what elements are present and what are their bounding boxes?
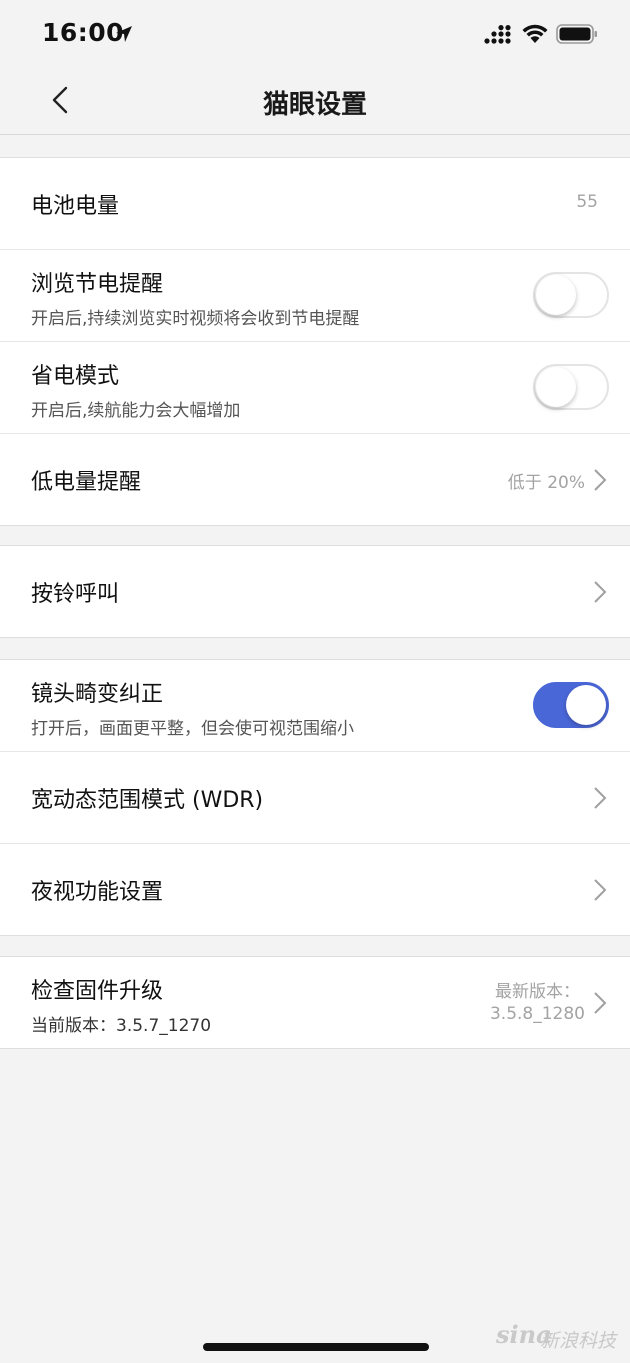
- latest-version-label: 最新版本：: [494, 982, 580, 1002]
- browse-saving-reminder-toggle[interactable]: [533, 272, 609, 318]
- firmware-update-label: 检查固件升级: [31, 979, 164, 1004]
- wdr-row[interactable]: 宽动态范围模式 (WDR): [0, 752, 630, 844]
- chevron-right-icon: [594, 469, 607, 491]
- power-saving-mode-label: 省电模式: [31, 364, 120, 389]
- battery-icon: [556, 24, 597, 44]
- lens-distortion-description: 打开后，画面更平整，但会使可视范围缩小: [31, 719, 354, 739]
- wdr-label: 宽动态范围模式 (WDR): [31, 788, 264, 813]
- battery-settings-group: 电池电量 55 浏览节电提醒 开启后,持续浏览实时视频将会收到节电提醒 省电模式…: [0, 157, 630, 526]
- battery-level-label: 电池电量: [31, 194, 120, 219]
- low-battery-alert-row[interactable]: 低电量提醒 低于 20%: [0, 434, 630, 525]
- browse-saving-reminder-description: 开启后,持续浏览实时视频将会收到节电提醒: [31, 309, 360, 329]
- sina-watermark: sina 新浪科技: [496, 1320, 626, 1356]
- night-vision-label: 夜视功能设置: [31, 880, 164, 905]
- low-battery-alert-label: 低电量提醒: [31, 470, 142, 495]
- lens-distortion-row: 镜头畸变纠正 打开后，画面更平整，但会使可视范围缩小: [0, 660, 630, 752]
- browse-saving-reminder-row: 浏览节电提醒 开启后,持续浏览实时视频将会收到节电提醒: [0, 250, 630, 342]
- ring-call-row[interactable]: 按铃呼叫: [0, 546, 630, 637]
- chevron-right-icon: [594, 879, 607, 901]
- lens-distortion-label: 镜头畸变纠正: [31, 682, 164, 707]
- power-saving-mode-row: 省电模式 开启后,续航能力会大幅增加: [0, 342, 630, 434]
- nav-bar: 猫眼设置: [0, 66, 630, 135]
- firmware-update-row[interactable]: 检查固件升级 当前版本：3.5.7_1270 最新版本： 3.5.8_1280: [0, 957, 630, 1048]
- doorbell-settings-group: 按铃呼叫: [0, 545, 630, 638]
- chevron-right-icon: [594, 787, 607, 809]
- browse-saving-reminder-label: 浏览节电提醒: [31, 272, 164, 297]
- watermark-text: 新浪科技: [540, 1330, 617, 1352]
- home-indicator[interactable]: [203, 1343, 429, 1351]
- low-battery-alert-value: 低于 20%: [507, 473, 585, 493]
- toggle-knob: [536, 367, 576, 407]
- toggle-knob: [566, 685, 606, 725]
- latest-version-block: 最新版本： 3.5.8_1280: [490, 981, 585, 1025]
- cellular-signal-icon: [484, 25, 511, 44]
- status-bar: 16:00: [0, 0, 630, 66]
- ring-call-label: 按铃呼叫: [31, 582, 120, 607]
- power-saving-mode-toggle[interactable]: [533, 364, 609, 410]
- firmware-settings-group: 检查固件升级 当前版本：3.5.7_1270 最新版本： 3.5.8_1280: [0, 956, 630, 1049]
- current-version-text: 当前版本：3.5.7_1270: [31, 1016, 212, 1036]
- battery-level-value: 55: [576, 192, 598, 212]
- chevron-right-icon: [594, 581, 607, 603]
- camera-settings-group: 镜头畸变纠正 打开后，画面更平整，但会使可视范围缩小 宽动态范围模式 (WDR)…: [0, 659, 630, 936]
- page-title: 猫眼设置: [262, 90, 367, 120]
- status-time: 16:00: [42, 18, 125, 47]
- toggle-knob: [536, 275, 576, 315]
- battery-level-row: 电池电量 55: [0, 158, 630, 250]
- power-saving-mode-description: 开启后,续航能力会大幅增加: [31, 401, 241, 421]
- latest-version-value: 3.5.8_1280: [489, 1004, 585, 1024]
- lens-distortion-toggle[interactable]: [533, 682, 609, 728]
- night-vision-row[interactable]: 夜视功能设置: [0, 844, 630, 935]
- chevron-right-icon: [594, 992, 607, 1014]
- location-arrow-icon: [116, 26, 132, 42]
- wifi-icon: [522, 24, 548, 43]
